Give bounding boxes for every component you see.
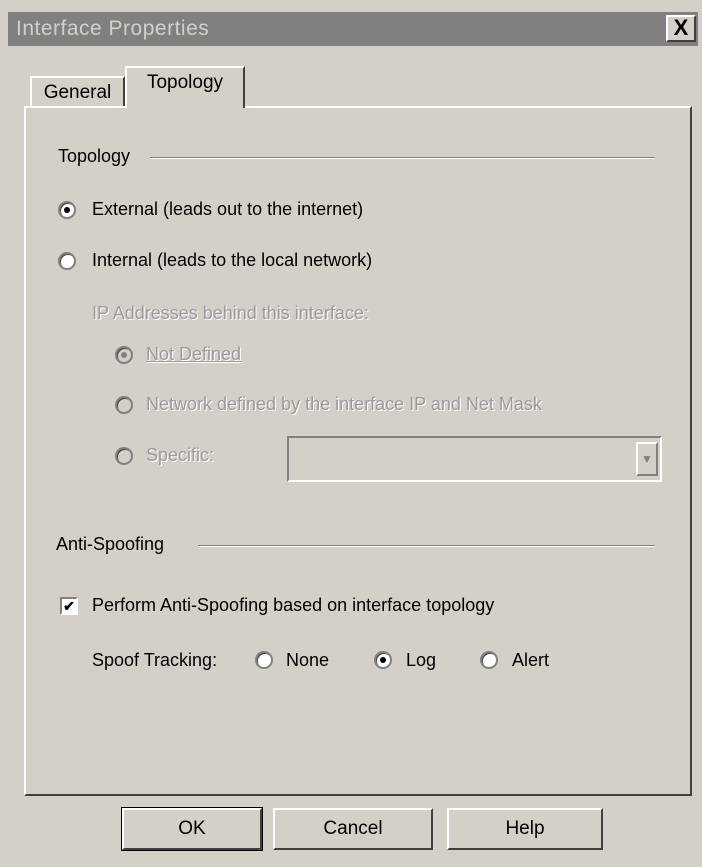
- network-defined-label[interactable]: Network defined by the interface IP and …: [146, 394, 542, 415]
- tracking-alert-label[interactable]: Alert: [512, 650, 549, 671]
- network-defined-radio[interactable]: [115, 396, 133, 414]
- antispoof-group-divider: [198, 545, 655, 547]
- specific-combo-box[interactable]: ▼: [287, 436, 662, 482]
- external-label[interactable]: External (leads out to the internet): [92, 199, 363, 220]
- chevron-down-icon[interactable]: ▼: [636, 442, 658, 476]
- tracking-log-label[interactable]: Log: [406, 650, 436, 671]
- tracking-log-radio[interactable]: [374, 651, 392, 669]
- ip-addresses-label: IP Addresses behind this interface:: [92, 303, 369, 323]
- close-button[interactable]: X: [666, 15, 696, 42]
- specific-radio[interactable]: [115, 447, 133, 465]
- specific-label[interactable]: Specific:: [146, 445, 214, 466]
- tracking-alert-radio[interactable]: [480, 651, 498, 669]
- tracking-none-radio[interactable]: [255, 651, 273, 669]
- tab-topology[interactable]: Topology: [125, 66, 245, 108]
- perform-antispoof-label[interactable]: Perform Anti-Spoofing based on interface…: [92, 595, 494, 616]
- spoof-tracking-label: Spoof Tracking:: [92, 650, 218, 670]
- title-bar[interactable]: Interface Properties X: [8, 12, 698, 46]
- topology-group-divider: [150, 157, 655, 159]
- not-defined-label[interactable]: Not Defined: [146, 344, 241, 365]
- antispoof-group-label: Anti-Spoofing: [56, 534, 173, 555]
- internal-radio[interactable]: [58, 252, 76, 270]
- cancel-button[interactable]: Cancel: [273, 808, 433, 850]
- tab-general[interactable]: General: [30, 76, 125, 106]
- close-icon: X: [673, 15, 689, 40]
- tracking-none-label[interactable]: None: [286, 650, 329, 671]
- interface-properties-dialog: Interface Properties X General Topology …: [0, 0, 702, 867]
- not-defined-radio[interactable]: [115, 346, 133, 364]
- internal-label[interactable]: Internal (leads to the local network): [92, 250, 372, 271]
- perform-antispoof-checkbox[interactable]: ✔: [60, 597, 78, 615]
- external-radio[interactable]: [58, 201, 76, 219]
- checkmark-icon: ✔: [63, 598, 75, 614]
- help-button[interactable]: Help: [447, 808, 603, 850]
- ok-button[interactable]: OK: [121, 807, 263, 851]
- topology-group-label: Topology: [58, 146, 139, 167]
- window-title: Interface Properties: [16, 17, 210, 40]
